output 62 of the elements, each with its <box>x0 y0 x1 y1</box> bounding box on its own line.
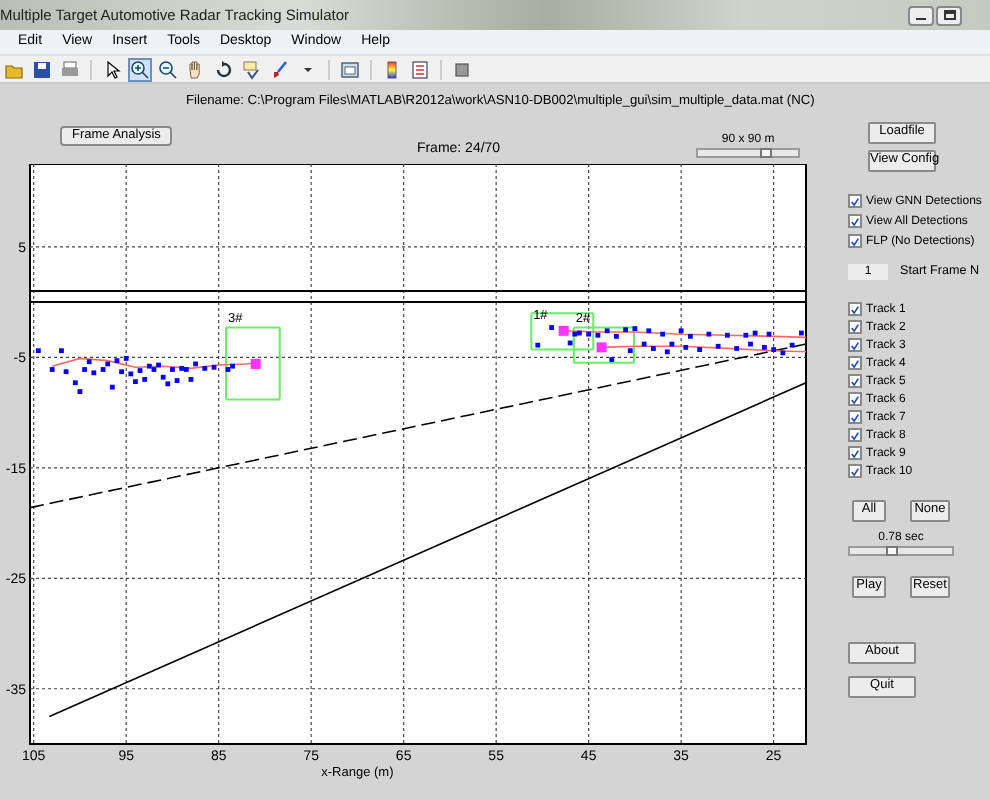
point <box>687 333 693 339</box>
point <box>596 342 607 353</box>
brush-icon[interactable] <box>270 59 290 79</box>
point <box>86 359 92 365</box>
point <box>646 328 652 334</box>
data-cursor-icon[interactable] <box>242 59 262 79</box>
checkbox[interactable] <box>848 320 862 334</box>
point <box>165 381 171 387</box>
point <box>743 332 749 338</box>
checkbox[interactable] <box>848 338 862 352</box>
slider-thumb[interactable] <box>886 546 898 556</box>
point <box>623 327 629 333</box>
point <box>627 348 633 354</box>
save-icon[interactable] <box>32 59 52 79</box>
point <box>613 333 619 339</box>
point <box>595 332 601 338</box>
checkbox[interactable] <box>848 234 862 248</box>
minimize-button[interactable] <box>908 5 934 25</box>
checkbox[interactable] <box>848 428 862 442</box>
checkbox[interactable] <box>848 464 862 478</box>
slider[interactable] <box>696 148 801 158</box>
point <box>202 365 208 371</box>
zoom-out-icon[interactable] <box>158 59 178 79</box>
square-icon[interactable] <box>452 59 472 79</box>
point <box>761 344 767 350</box>
pointer-icon[interactable] <box>102 59 122 79</box>
point <box>146 363 152 369</box>
checkbox[interactable] <box>848 446 862 460</box>
point <box>632 326 638 332</box>
point <box>72 380 78 386</box>
point <box>715 343 721 349</box>
maximize-button[interactable] <box>936 5 962 25</box>
point <box>604 328 610 334</box>
checkbox[interactable] <box>848 214 862 228</box>
slider-thumb[interactable] <box>759 148 772 158</box>
checkbox[interactable] <box>848 302 862 316</box>
point <box>678 328 684 334</box>
checkbox[interactable] <box>848 356 862 370</box>
point <box>683 344 689 350</box>
window-icon[interactable] <box>340 59 360 79</box>
zoom-in-icon[interactable] <box>130 59 150 79</box>
point <box>35 348 41 354</box>
point <box>160 374 166 380</box>
point <box>250 358 261 369</box>
point <box>789 342 795 348</box>
checkbox[interactable] <box>848 392 862 406</box>
rotate-icon[interactable] <box>214 59 234 79</box>
legend-icon[interactable] <box>410 59 430 79</box>
point <box>660 331 666 337</box>
point <box>179 365 185 371</box>
point <box>724 332 730 338</box>
slider[interactable] <box>848 546 954 556</box>
hand-icon[interactable] <box>186 59 206 79</box>
point <box>664 349 670 355</box>
colorbar-icon[interactable] <box>382 59 402 79</box>
checkbox[interactable] <box>848 374 862 388</box>
checkbox[interactable] <box>848 194 862 208</box>
printer-icon[interactable] <box>60 59 80 79</box>
point <box>706 331 712 337</box>
checkbox[interactable] <box>848 410 862 424</box>
point <box>109 384 115 390</box>
point <box>91 370 97 376</box>
